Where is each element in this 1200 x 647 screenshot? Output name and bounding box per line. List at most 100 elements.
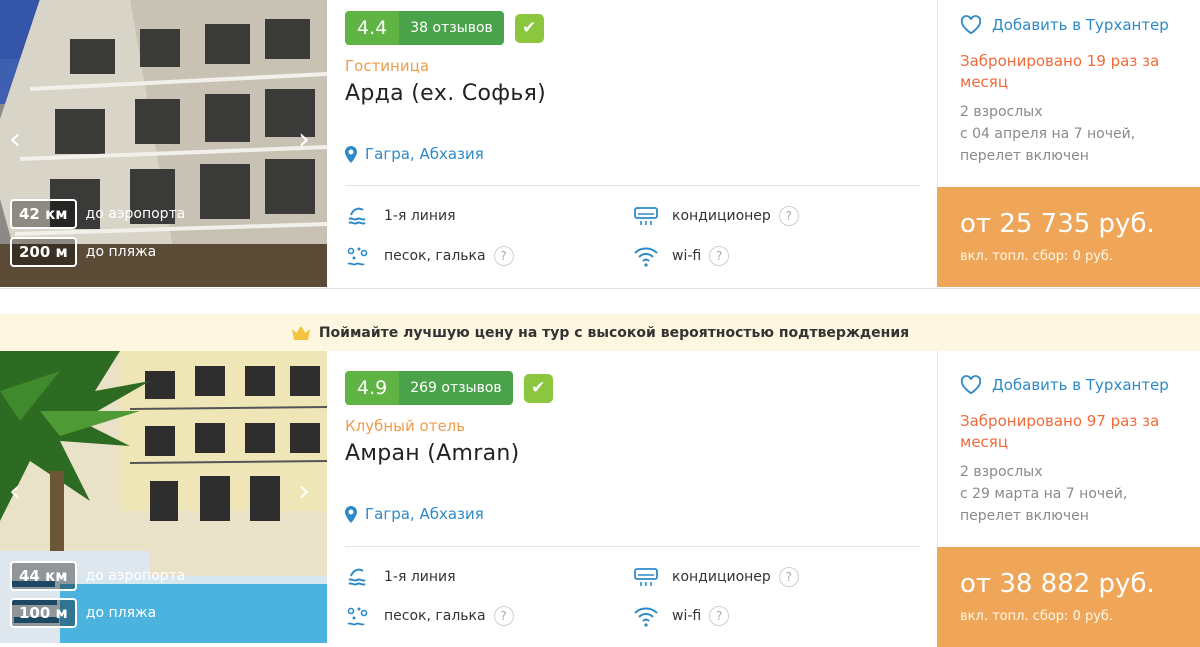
- rating-score: 4.4: [345, 11, 400, 45]
- airport-distance-value: 42 км: [10, 199, 77, 229]
- beach-distance-label: до пляжа: [85, 605, 157, 621]
- divider: [937, 0, 938, 186]
- hotel-location[interactable]: Гагра, Абхазия: [345, 145, 484, 163]
- rating-badge[interactable]: 4.4 38 отзывов ✔: [345, 11, 544, 45]
- wave-icon: [348, 568, 366, 586]
- hotel-photo[interactable]: ‹ › 44 км до аэропорта 100 м до пляжа: [0, 351, 327, 643]
- feature-line-label: 1-я линия: [384, 208, 456, 224]
- feature-ac-label: кондиционер: [672, 569, 771, 585]
- hotel-info: 4.4 38 отзывов ✔ Гостиница Арда (ех. Соф…: [345, 0, 920, 287]
- prev-photo-button[interactable]: ‹: [4, 125, 26, 155]
- feature-wifi: wi-fi ?: [633, 603, 730, 629]
- airport-distance: 44 км до аэропорта: [10, 561, 185, 591]
- location-label: Гагра, Абхазия: [365, 505, 484, 523]
- fuel-fee: вкл. топл. сбор: 0 руб.: [960, 249, 1114, 264]
- help-icon[interactable]: ?: [493, 606, 514, 626]
- promo-banner: Поймайте лучшую цену на тур с высокой ве…: [0, 314, 1200, 352]
- feature-wifi-label: wi-fi: [672, 248, 702, 264]
- price-amount: от 25 735 руб.: [960, 209, 1155, 239]
- dates: с 29 марта на 7 ночей,: [960, 486, 1128, 502]
- hotel-name[interactable]: Амран (Amran): [345, 441, 520, 466]
- help-icon[interactable]: ?: [778, 567, 799, 587]
- favorites-label: Добавить в Турхантер: [992, 16, 1169, 34]
- tour-details: 2 взрослых с 04 апреля на 7 ночей, перел…: [960, 101, 1190, 167]
- feature-beach: песок, галька ?: [345, 603, 514, 629]
- crown-icon: [291, 326, 310, 340]
- hotel-card: ‹ › 42 км до аэропорта 200 м до пляжа 4.…: [0, 0, 1200, 287]
- airport-distance: 42 км до аэропорта: [10, 199, 185, 229]
- beach-distance: 200 м до пляжа: [10, 237, 156, 267]
- chevron-left-icon: ‹: [9, 474, 21, 509]
- card-separator: [0, 288, 1200, 314]
- location-label: Гагра, Абхазия: [365, 145, 484, 163]
- beach-distance-value: 100 м: [10, 598, 77, 628]
- feature-ac-label: кондиционер: [672, 208, 771, 224]
- feature-line: 1-я линия: [345, 203, 456, 229]
- guests: 2 взрослых: [960, 104, 1043, 120]
- airport-distance-label: до аэропорта: [85, 206, 186, 222]
- wave-icon: [348, 207, 366, 225]
- help-icon[interactable]: ?: [493, 246, 514, 266]
- check-icon: ✔: [523, 373, 553, 403]
- wifi-icon: [634, 247, 658, 267]
- rating-score: 4.9: [345, 371, 400, 405]
- hotel-card: ‹ › 44 км до аэропорта 100 м до пляжа 4.…: [0, 351, 1200, 647]
- banner-text: Поймайте лучшую цену на тур с высокой ве…: [318, 325, 910, 341]
- feature-ac: кондиционер ?: [633, 203, 799, 229]
- feature-ac: кондиционер ?: [633, 564, 799, 590]
- feature-wifi: wi-fi ?: [633, 243, 730, 269]
- feature-line-label: 1-я линия: [384, 569, 456, 585]
- flight-info: перелет включен: [960, 148, 1089, 164]
- airport-distance-label: до аэропорта: [85, 568, 186, 584]
- help-icon[interactable]: ?: [778, 206, 799, 226]
- chevron-right-icon: ›: [298, 122, 310, 157]
- feature-beach-label: песок, галька: [384, 608, 486, 624]
- airport-distance-value: 44 км: [10, 561, 77, 591]
- feature-line: 1-я линия: [345, 564, 456, 590]
- hotel-type: Гостиница: [345, 57, 430, 75]
- reviews-count[interactable]: 38 отзывов: [399, 11, 504, 45]
- divider: [345, 185, 920, 186]
- hotel-name[interactable]: Арда (ех. Софья): [345, 81, 546, 106]
- price-button[interactable]: от 25 735 руб. вкл. топл. сбор: 0 руб.: [937, 187, 1200, 287]
- feature-beach-label: песок, галька: [384, 248, 486, 264]
- next-photo-button[interactable]: ›: [293, 477, 315, 507]
- fuel-fee: вкл. топл. сбор: 0 руб.: [960, 609, 1114, 624]
- price-button[interactable]: от 38 882 руб. вкл. топл. сбор: 0 руб.: [937, 547, 1200, 647]
- pebbles-icon: [347, 607, 368, 626]
- add-to-favorites-button[interactable]: Добавить в Турхантер: [960, 375, 1169, 395]
- add-to-favorites-button[interactable]: Добавить в Турхантер: [960, 15, 1169, 35]
- wifi-icon: [634, 607, 658, 627]
- chevron-left-icon: ‹: [9, 122, 21, 157]
- help-icon[interactable]: ?: [709, 606, 730, 626]
- hotel-location[interactable]: Гагра, Абхазия: [345, 505, 484, 523]
- beach-distance-label: до пляжа: [85, 244, 157, 260]
- flight-info: перелет включен: [960, 508, 1089, 524]
- reviews-count[interactable]: 269 отзывов: [399, 371, 513, 405]
- divider: [345, 546, 920, 547]
- beach-distance-value: 200 м: [10, 237, 77, 267]
- tour-details: 2 взрослых с 29 марта на 7 ночей, переле…: [960, 461, 1190, 527]
- help-icon[interactable]: ?: [709, 246, 730, 266]
- favorites-label: Добавить в Турхантер: [992, 376, 1169, 394]
- hotel-type: Клубный отель: [345, 417, 466, 435]
- location-pin-icon: [345, 145, 357, 163]
- air-conditioner-icon: [634, 207, 658, 225]
- price-amount: от 38 882 руб.: [960, 569, 1155, 599]
- hotel-info: 4.9 269 отзывов ✔ Клубный отель Амран (A…: [345, 351, 920, 643]
- prev-photo-button[interactable]: ‹: [4, 477, 26, 507]
- next-photo-button[interactable]: ›: [293, 125, 315, 155]
- feature-beach: песок, галька ?: [345, 243, 514, 269]
- hotel-photo[interactable]: ‹ › 42 км до аэропорта 200 м до пляжа: [0, 0, 327, 287]
- heart-icon: [960, 375, 982, 395]
- check-icon: ✔: [514, 13, 544, 43]
- chevron-right-icon: ›: [298, 474, 310, 509]
- air-conditioner-icon: [634, 568, 658, 586]
- guests: 2 взрослых: [960, 464, 1043, 480]
- divider: [937, 351, 938, 546]
- booked-count: Забронировано 19 раз за месяц: [960, 52, 1160, 91]
- pebbles-icon: [347, 247, 368, 266]
- booked-count: Забронировано 97 раз за месяц: [960, 412, 1160, 451]
- heart-icon: [960, 15, 982, 35]
- rating-badge[interactable]: 4.9 269 отзывов ✔: [345, 371, 553, 405]
